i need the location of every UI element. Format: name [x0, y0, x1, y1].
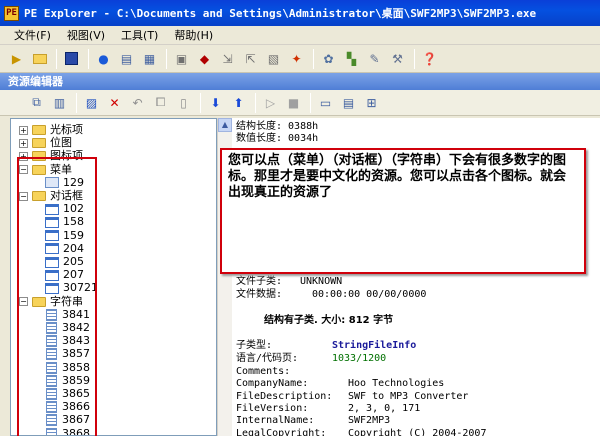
toolbar-separator: [88, 48, 89, 69]
save-icon[interactable]: [61, 48, 82, 69]
file-type-label: 文件子类:: [236, 276, 283, 287]
subtype-value: StringFileInfo: [332, 340, 417, 351]
dependency-icon[interactable]: ▧: [263, 48, 284, 69]
info-icon[interactable]: ●: [93, 48, 114, 69]
toolbar-separator: [200, 92, 201, 113]
version-value: Hoo Technologies: [348, 378, 445, 390]
version-key: FileVersion:: [236, 402, 309, 414]
app-icon: PE: [4, 5, 19, 21]
open-icon[interactable]: ▶: [6, 48, 27, 69]
stop-icon[interactable]: ■: [283, 92, 304, 113]
lang-label: 语言/代码页:: [236, 353, 299, 364]
disasm-icon[interactable]: ◆: [194, 48, 215, 69]
tree-folder[interactable]: + 光标项: [19, 123, 83, 137]
file-data-label: 文件数据:: [236, 289, 283, 300]
callout-text: 您可以点（菜单）（对话框）（字符串）下会有很多数字的图标。那里才是要中文化的资源…: [228, 153, 567, 200]
title-bar: PE PE Explorer - C:\Documents and Settin…: [0, 0, 600, 26]
struct-length: 结构长度: 0388h: [236, 121, 319, 132]
menu-tools[interactable]: 工具(T): [113, 26, 166, 45]
compass-icon[interactable]: ✦: [286, 48, 307, 69]
tools-icon[interactable]: ✎: [364, 48, 385, 69]
resource-toolbar: ⧉ ▥ ▨ ✕ ↶ ⧠ ▯ ⬇ ⬆ ▷ ■ ▭ ▤ ⊞: [0, 90, 600, 116]
expand-icon[interactable]: +: [19, 125, 28, 135]
download-icon[interactable]: ⬇: [205, 92, 226, 113]
toolbar-separator: [166, 48, 167, 69]
save-resource-icon[interactable]: ▥: [49, 92, 70, 113]
toolbar-separator: [76, 92, 77, 113]
undo-icon[interactable]: ↶: [127, 92, 148, 113]
expand-icon[interactable]: +: [19, 138, 28, 148]
version-key: FileDescription:: [236, 390, 333, 402]
export-icon[interactable]: ⊞: [361, 92, 382, 113]
folder-icon: [32, 125, 46, 135]
plugins-icon[interactable]: ▚: [341, 48, 362, 69]
version-key: InternalName:: [236, 415, 315, 427]
toolbar-separator: [313, 48, 314, 69]
menu-view[interactable]: 视图(V): [59, 26, 113, 45]
folder-icon: [32, 138, 46, 149]
file-type-value: UNKNOWN: [300, 276, 343, 287]
paste-icon[interactable]: ▯: [173, 92, 194, 113]
wrench-icon[interactable]: ⚒: [387, 48, 408, 69]
version-value: Copyright (C) 2004-2007: [348, 427, 487, 436]
callout-annotation: 您可以点（菜单）（对话框）（字符串）下会有很多数字的图标。那里才是要中文化的资源…: [220, 148, 586, 274]
delete-icon[interactable]: ✕: [104, 92, 125, 113]
extract-icon[interactable]: ⧉: [26, 92, 47, 113]
view-icon[interactable]: ▭: [315, 92, 336, 113]
headers-icon[interactable]: ▤: [116, 48, 137, 69]
toolbar-separator: [414, 48, 415, 69]
toolbar-separator: [255, 92, 256, 113]
version-value: SWF2MP3: [348, 415, 391, 427]
version-value: SWF to MP3 Converter: [348, 390, 469, 402]
menu-file[interactable]: 文件(F): [6, 26, 59, 45]
toolbar-separator: [310, 92, 311, 113]
struct-info: 结构有子类. 大小: 812 字节: [264, 315, 394, 326]
menu-bar: 文件(F) 视图(V) 工具(T) 帮助(H): [0, 26, 600, 45]
exports-icon[interactable]: ⇱: [240, 48, 261, 69]
lang-value: 1033/1200: [332, 353, 387, 364]
resources-icon[interactable]: ▣: [171, 48, 192, 69]
resource-editor-header: 资源编辑器: [0, 73, 600, 90]
imports-icon[interactable]: ⇲: [217, 48, 238, 69]
scroll-up-icon[interactable]: ▲: [218, 118, 232, 132]
version-key: LegalCopyright:: [236, 427, 327, 436]
file-data-value: 00:00:00 00/00/0000: [312, 289, 427, 300]
window-title: PE Explorer - C:\Documents and Settings\…: [24, 7, 537, 20]
main-toolbar: ▶ ● ▤ ▦ ▣ ◆ ⇲ ⇱ ▧ ✦ ✿ ▚ ✎ ⚒ ❓: [0, 45, 600, 73]
menu-help[interactable]: 帮助(H): [166, 26, 221, 45]
version-value: 2, 3, 0, 171: [348, 402, 421, 414]
toolbar-separator: [56, 48, 57, 69]
help-icon[interactable]: ❓: [419, 48, 440, 69]
tree-highlight-box: [17, 157, 97, 436]
play-icon[interactable]: ▷: [260, 92, 281, 113]
tree-item-label: 光标项: [50, 123, 83, 136]
copy-icon[interactable]: ⧠: [150, 92, 171, 113]
version-key: Comments:: [236, 366, 291, 377]
properties-icon[interactable]: ▤: [338, 92, 359, 113]
value-length: 数值长度: 0034h: [236, 133, 319, 144]
sections-icon[interactable]: ▦: [139, 48, 160, 69]
settings-icon[interactable]: ✿: [318, 48, 339, 69]
upload-icon[interactable]: ⬆: [228, 92, 249, 113]
folder-icon[interactable]: [29, 48, 50, 69]
subtype-label: 子类型:: [236, 340, 273, 351]
edit-resource-icon[interactable]: ▨: [81, 92, 102, 113]
version-key: CompanyName:: [236, 378, 309, 390]
